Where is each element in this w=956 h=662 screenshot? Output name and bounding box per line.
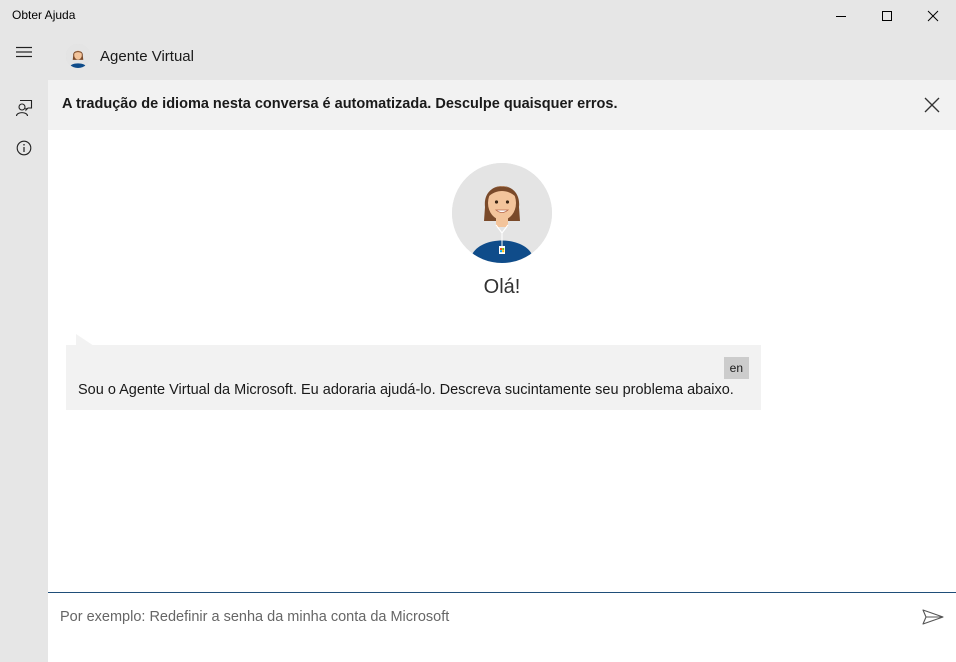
minimize-button[interactable] bbox=[818, 0, 864, 32]
message-input[interactable] bbox=[60, 605, 900, 629]
sidebar bbox=[0, 32, 48, 662]
window-title: Obter Ajuda bbox=[12, 8, 76, 22]
about-nav-button[interactable] bbox=[0, 128, 48, 168]
minimize-icon bbox=[836, 16, 846, 17]
maximize-button[interactable] bbox=[864, 0, 910, 32]
language-badge: en bbox=[723, 357, 749, 379]
hamburger-menu-icon bbox=[16, 46, 32, 58]
maximize-icon bbox=[882, 11, 892, 21]
translation-notice: A tradução de idioma nesta conversa é au… bbox=[62, 96, 618, 112]
agent-avatar-large bbox=[452, 163, 552, 263]
dismiss-banner-button[interactable] bbox=[920, 93, 944, 117]
virtual-agent-nav-button[interactable] bbox=[0, 88, 48, 128]
agent-portrait-icon bbox=[452, 163, 552, 263]
agent-avatar-icon bbox=[66, 44, 90, 68]
hamburger-menu-button[interactable] bbox=[0, 32, 48, 72]
message-composer bbox=[48, 592, 956, 662]
agent-avatar-small bbox=[66, 44, 90, 68]
dismiss-icon bbox=[924, 97, 940, 113]
send-button[interactable] bbox=[920, 605, 946, 629]
conversation-header: Agente Virtual bbox=[48, 32, 956, 80]
agent-message: en Sou o Agente Virtual da Microsoft. Eu… bbox=[66, 345, 761, 410]
agent-name: Agente Virtual bbox=[100, 48, 194, 65]
send-icon bbox=[922, 609, 944, 625]
close-icon bbox=[927, 10, 939, 22]
close-window-button[interactable] bbox=[910, 0, 956, 32]
greeting-text: Olá! bbox=[483, 276, 521, 298]
agent-message-text: Sou o Agente Virtual da Microsoft. Eu ad… bbox=[78, 382, 734, 398]
info-icon bbox=[16, 140, 32, 156]
chat-agent-icon bbox=[15, 99, 33, 117]
title-bar: Obter Ajuda bbox=[0, 0, 956, 32]
translation-banner: A tradução de idioma nesta conversa é au… bbox=[48, 80, 956, 130]
